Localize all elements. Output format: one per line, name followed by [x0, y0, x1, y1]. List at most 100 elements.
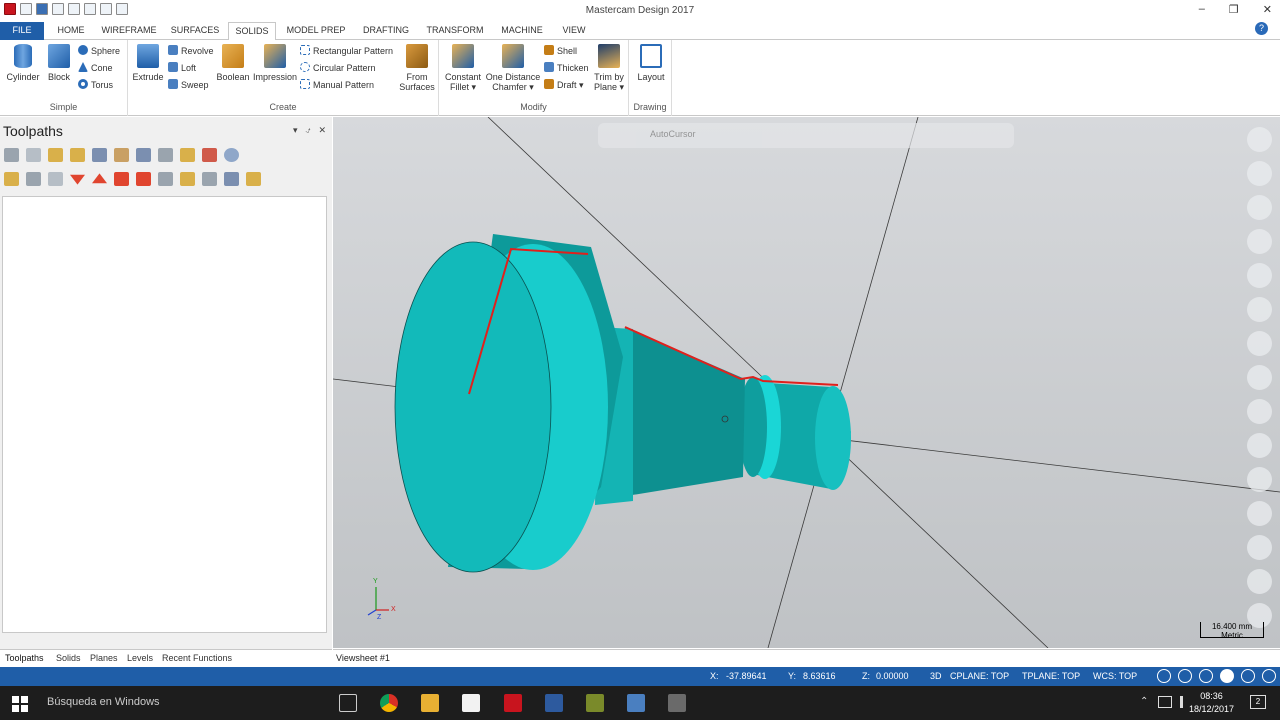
- status-y[interactable]: 8.63616: [803, 671, 836, 681]
- extrude-button[interactable]: Extrude: [130, 44, 166, 82]
- file-explorer-icon[interactable]: [421, 694, 439, 712]
- cone-button[interactable]: Cone: [78, 61, 113, 76]
- solid-tool-icon[interactable]: [1247, 331, 1272, 356]
- select-tool-icon[interactable]: [158, 172, 173, 186]
- tab-model-prep[interactable]: MODEL PREP: [282, 22, 350, 40]
- tab-drafting[interactable]: DRAFTING: [356, 22, 416, 40]
- tab-planes[interactable]: Planes: [90, 653, 118, 663]
- regenerate-icon[interactable]: [48, 148, 63, 162]
- tray-chevron-icon[interactable]: ⌃: [1140, 696, 1148, 707]
- sphere-button[interactable]: Sphere: [78, 44, 120, 59]
- post-icon[interactable]: [158, 148, 173, 162]
- mastercam-icon[interactable]: [504, 694, 522, 712]
- dimension-tool-icon[interactable]: [1247, 297, 1272, 322]
- app-red-icon[interactable]: [668, 694, 686, 712]
- tab-machine[interactable]: MACHINE: [494, 22, 550, 40]
- from-surfaces-button[interactable]: From Surfaces: [398, 44, 436, 92]
- group-tool-icon[interactable]: [1247, 467, 1272, 492]
- draft-button[interactable]: Draft ▾: [544, 78, 584, 93]
- edit-icon[interactable]: [246, 172, 261, 186]
- manual-pattern-button[interactable]: Manual Pattern: [300, 78, 374, 93]
- layout-button[interactable]: Layout: [633, 44, 669, 82]
- task-view-icon[interactable]: [339, 694, 357, 712]
- app-window-icon[interactable]: [627, 694, 645, 712]
- panel-menu-icon[interactable]: ▾: [293, 125, 298, 136]
- settings-tool-icon[interactable]: [1247, 569, 1272, 594]
- toolpath-tree[interactable]: [2, 196, 327, 633]
- status-cplane[interactable]: CPLANE: TOP: [950, 671, 1009, 681]
- magic-tool-icon[interactable]: [1247, 535, 1272, 560]
- view-icon[interactable]: [224, 172, 239, 186]
- status-tplane[interactable]: TPLANE: TOP: [1022, 671, 1080, 681]
- windows-start-icon[interactable]: [12, 696, 28, 712]
- photos-icon[interactable]: [462, 694, 480, 712]
- tab-recent-functions[interactable]: Recent Functions: [162, 653, 232, 663]
- select-all-icon[interactable]: [4, 148, 19, 162]
- tab-transform[interactable]: TRANSFORM: [422, 22, 488, 40]
- mesh-tool-icon[interactable]: [1247, 365, 1272, 390]
- tab-home[interactable]: HOME: [52, 22, 90, 40]
- translucency-icon[interactable]: [1262, 669, 1276, 683]
- lock-icon[interactable]: [4, 172, 19, 186]
- toggle-display-icon[interactable]: [48, 172, 63, 186]
- move-up-icon[interactable]: [92, 173, 107, 184]
- status-wcs[interactable]: WCS: TOP: [1093, 671, 1137, 681]
- high-feed-icon[interactable]: [180, 148, 195, 162]
- status-z[interactable]: 0.00000: [876, 671, 909, 681]
- insert-arrow-icon[interactable]: [114, 172, 129, 186]
- backplot-icon[interactable]: [92, 148, 107, 162]
- tab-levels[interactable]: Levels: [127, 653, 153, 663]
- help-panel-icon[interactable]: [224, 148, 239, 162]
- spline-tool-icon[interactable]: [1247, 229, 1272, 254]
- tab-solids-panel[interactable]: Solids: [56, 653, 81, 663]
- globe-3-icon[interactable]: [1199, 669, 1213, 683]
- pin-icon[interactable]: ⍻: [306, 125, 311, 136]
- delete-icon[interactable]: [202, 148, 217, 162]
- regenerate-dirty-icon[interactable]: [70, 148, 85, 162]
- scroll-icon[interactable]: [136, 172, 151, 186]
- tab-view[interactable]: VIEW: [556, 22, 592, 40]
- globe-icon[interactable]: [1157, 669, 1171, 683]
- tab-surfaces[interactable]: SURFACES: [166, 22, 224, 40]
- visual-studio-icon[interactable]: [545, 694, 563, 712]
- impression-button[interactable]: Impression: [252, 44, 298, 82]
- panel-close-icon[interactable]: ✕: [318, 125, 326, 136]
- loft-button[interactable]: Loft: [168, 61, 196, 76]
- system-clock[interactable]: 08:36 18/12/2017: [1189, 690, 1234, 716]
- minimize-icon[interactable]: –: [1199, 3, 1205, 16]
- network-icon[interactable]: [1158, 696, 1172, 708]
- help-icon[interactable]: ?: [1255, 22, 1268, 35]
- verify-icon[interactable]: [114, 148, 129, 162]
- boolean-button[interactable]: Boolean: [216, 44, 250, 82]
- shell-button[interactable]: Shell: [544, 44, 577, 59]
- move-down-icon[interactable]: [70, 174, 85, 185]
- simulate-icon[interactable]: [136, 148, 151, 162]
- wireframe-icon[interactable]: [1241, 669, 1255, 683]
- deselect-icon[interactable]: [26, 148, 41, 162]
- app-green-icon[interactable]: [586, 694, 604, 712]
- tab-wireframe[interactable]: WIREFRAME: [96, 22, 162, 40]
- sweep-button[interactable]: Sweep: [168, 78, 209, 93]
- insert-icon[interactable]: [180, 172, 195, 186]
- close-icon[interactable]: ✕: [1263, 3, 1272, 16]
- maximize-icon[interactable]: ❐: [1229, 3, 1239, 16]
- windows-search[interactable]: Búsqueda en Windows: [47, 696, 160, 708]
- thicken-button[interactable]: Thicken: [544, 61, 589, 76]
- tab-toolpaths[interactable]: Toolpaths: [5, 653, 44, 663]
- surface-tool-icon[interactable]: [1247, 263, 1272, 288]
- point-tool-icon[interactable]: [1247, 127, 1272, 152]
- revolve-button[interactable]: Revolve: [168, 44, 214, 59]
- autocursor-label[interactable]: AutoCursor: [650, 129, 696, 139]
- toggle-posting-icon[interactable]: [26, 172, 41, 186]
- tab-solids[interactable]: SOLIDS: [228, 22, 276, 41]
- trim-by-plane-button[interactable]: Trim by Plane ▾: [591, 44, 627, 93]
- block-button[interactable]: Block: [44, 44, 74, 82]
- graphics-viewport[interactable]: Y X Z AutoCursor 16.400 mm Metric: [333, 117, 1280, 648]
- cylinder-button[interactable]: Cylinder: [4, 44, 42, 82]
- one-distance-chamfer-button[interactable]: One Distance Chamfer ▾: [485, 44, 541, 93]
- box-tool-icon[interactable]: [1247, 433, 1272, 458]
- status-x[interactable]: -37.89641: [726, 671, 767, 681]
- status-3d[interactable]: 3D: [930, 671, 942, 681]
- circle-tool-icon[interactable]: [1247, 195, 1272, 220]
- rectangular-pattern-button[interactable]: Rectangular Pattern: [300, 44, 393, 59]
